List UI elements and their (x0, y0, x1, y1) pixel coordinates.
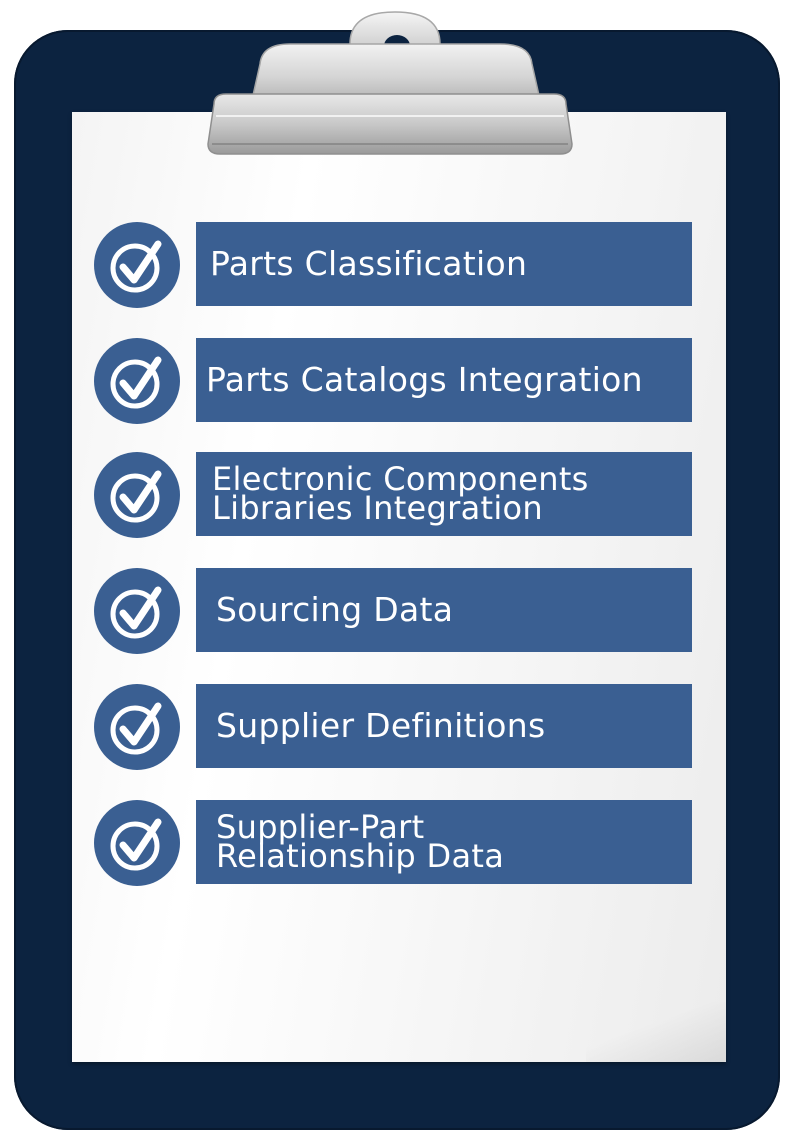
checklist-item-label: Sourcing Data (196, 568, 692, 652)
item-label-text: Supplier Definitions (216, 706, 546, 745)
checklist-item: Parts Catalogs Integration (0, 338, 790, 428)
checkmark-circle-icon (94, 452, 180, 538)
checkmark-circle-icon (94, 222, 180, 308)
item-label-text: Parts Classification (210, 244, 528, 283)
checkmark-circle-icon (94, 338, 180, 424)
clipboard-graphic: Parts Classification Parts Catalogs Inte… (0, 0, 790, 1136)
checkmark-circle-icon (94, 568, 180, 654)
item-label-text: Sourcing Data (216, 590, 454, 629)
checklist-item-label: Parts Classification (196, 222, 692, 306)
checklist-item-label: Electronic Components Libraries Integrat… (196, 452, 692, 536)
checklist-item: Supplier Definitions (0, 684, 790, 774)
checklist-item-label: Parts Catalogs Integration (196, 338, 692, 422)
checklist-item-label: Supplier-Part Relationship Data (196, 800, 692, 884)
checklist-item-label: Supplier Definitions (196, 684, 692, 768)
item-label-text: Supplier-Part Relationship Data (216, 808, 505, 875)
item-label-text: Parts Catalogs Integration (206, 360, 643, 399)
paper-curl (586, 1002, 726, 1062)
checklist-item: Sourcing Data (0, 568, 790, 658)
checkmark-circle-icon (94, 684, 180, 770)
checklist-item: Parts Classification (0, 222, 790, 312)
clipboard-clip-icon (207, 11, 573, 155)
checklist-item: Electronic Components Libraries Integrat… (0, 452, 790, 542)
checklist-item: Supplier-Part Relationship Data (0, 800, 790, 890)
checkmark-circle-icon (94, 800, 180, 886)
item-label-text: Electronic Components Libraries Integrat… (212, 460, 589, 527)
